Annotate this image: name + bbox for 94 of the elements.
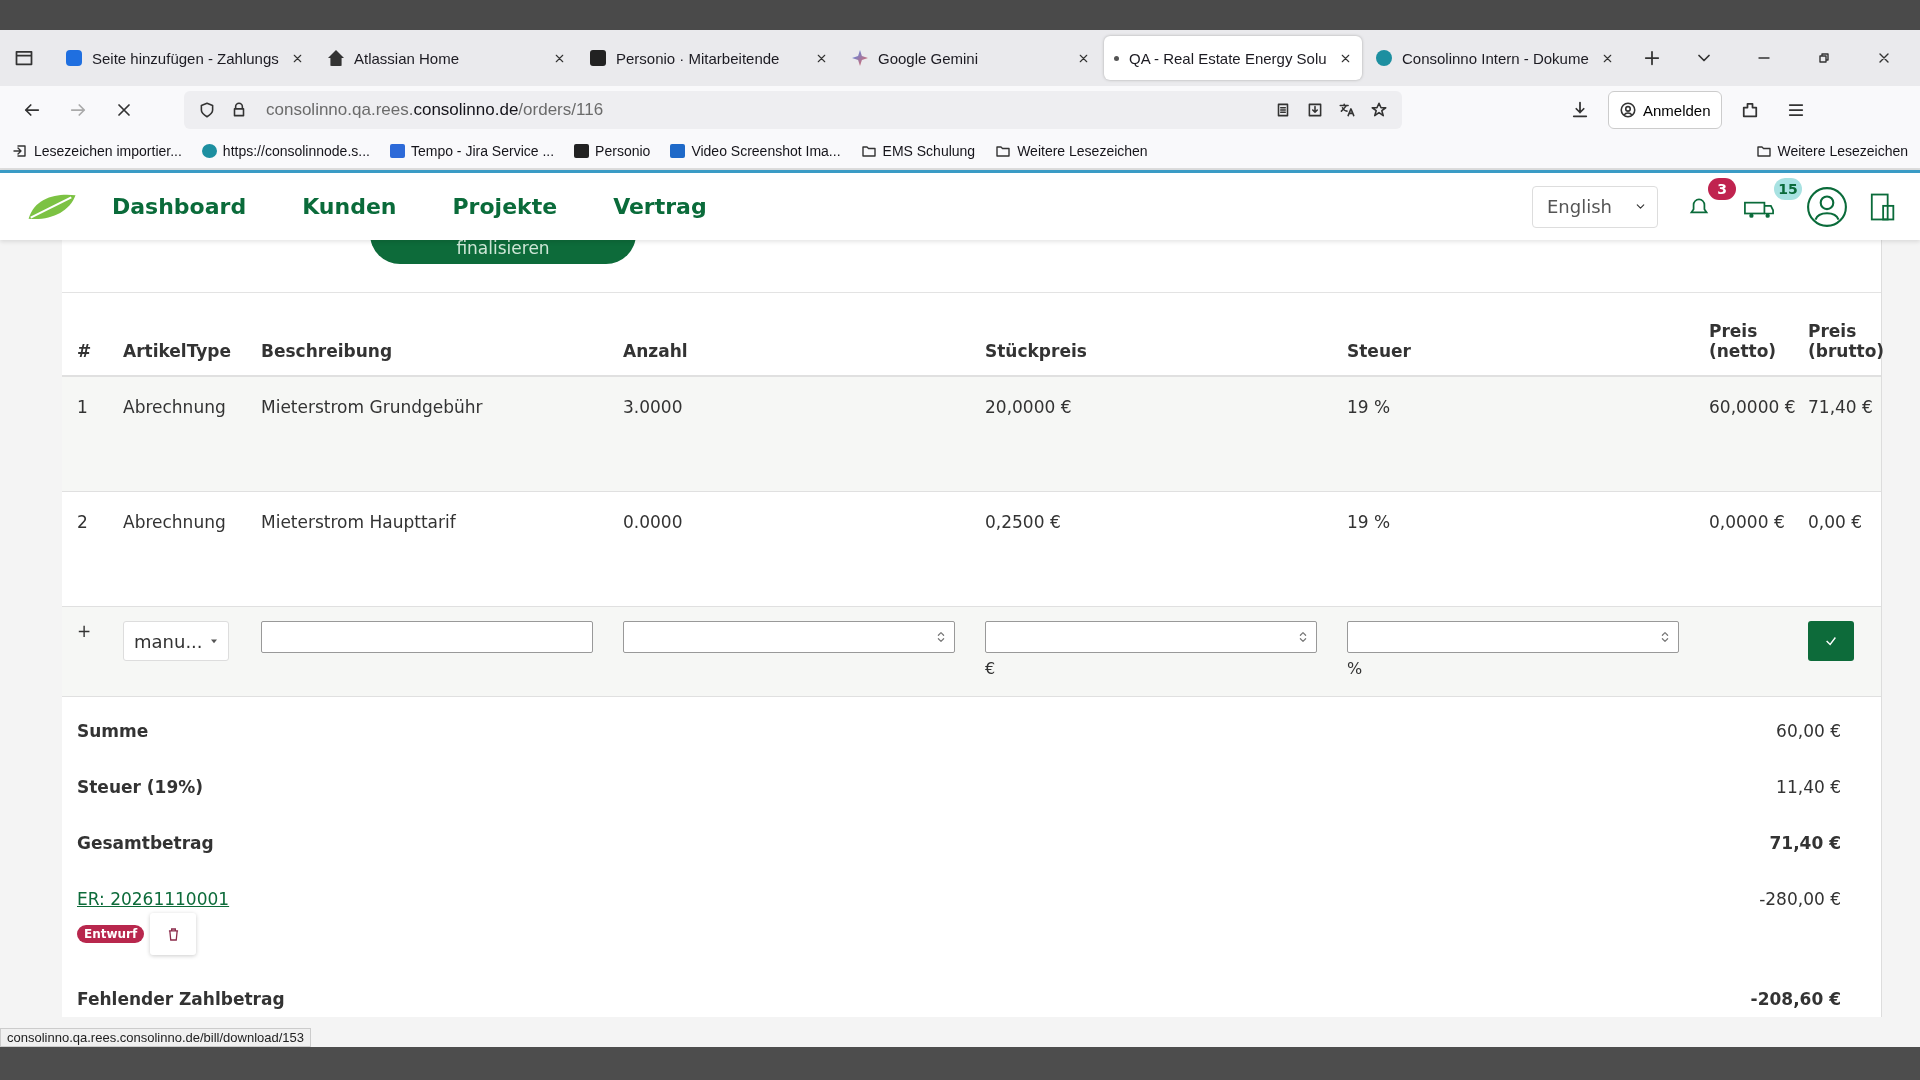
table-cell-text: 19 % <box>1347 397 1392 417</box>
summary-label: Gesamtbetrag <box>77 833 214 853</box>
table-cell-text: 0,0000 € <box>1709 512 1786 532</box>
percent-label: % <box>1347 659 1364 678</box>
import-icon <box>12 143 28 159</box>
summary-label: Fehlender Zahlbetrag <box>77 989 285 1009</box>
table-cell-text: Mieterstrom Grundgebühr <box>261 397 484 417</box>
column-header: Stückpreis <box>985 341 1088 361</box>
table-cell-text: 3.0000 <box>623 397 684 417</box>
folder-icon <box>1755 143 1772 159</box>
tax-input[interactable] <box>1347 621 1679 653</box>
sign-in-button[interactable]: Anmelden <box>1608 91 1722 129</box>
browser-tab[interactable]: Consolinno Intern - Dokume <box>1366 36 1624 80</box>
site-icon <box>201 144 217 158</box>
column-header: Preis (netto) <box>1709 321 1778 361</box>
summary-value: 71,40 € <box>1769 833 1841 853</box>
bookmark[interactable]: Lesezeichen importier... <box>12 143 182 159</box>
column-header: Steuer <box>1347 341 1412 361</box>
nav-link[interactable]: Vertrag <box>613 194 707 219</box>
delete-button[interactable] <box>150 913 197 955</box>
new-tab-icon[interactable] <box>1642 48 1662 68</box>
table-cell-text: 2 <box>77 512 89 532</box>
notification-count: 3 <box>1708 177 1736 200</box>
bookmark[interactable]: https://consolinnode.s... <box>201 143 370 159</box>
save-icon[interactable] <box>1306 101 1324 119</box>
site-icon <box>1114 55 1119 61</box>
bill-link[interactable]: ER: 20261110001 <box>77 889 230 909</box>
check-icon <box>1824 634 1838 648</box>
tab-list-icon[interactable] <box>14 48 34 68</box>
site-icon <box>66 50 82 66</box>
nav-link[interactable]: Dashboard <box>112 194 247 219</box>
news-count: 15 <box>1774 177 1802 200</box>
summary-value: 11,40 € <box>1776 777 1841 797</box>
download-icon[interactable] <box>1570 100 1590 120</box>
folder-icon <box>995 143 1012 159</box>
table-cell-text: Mieterstrom Haupttarif <box>261 512 457 532</box>
summary-value: -208,60 € <box>1750 989 1841 1009</box>
status-badge: Entwurf <box>77 925 145 943</box>
description-input[interactable] <box>261 621 593 653</box>
finalize-button[interactable]: finalisieren <box>370 240 636 264</box>
browser-tab[interactable]: QA - Real Estate Energy Solu <box>1104 36 1362 80</box>
add-row-marker: + <box>77 621 93 641</box>
browser-tab[interactable]: Seite hinzufügen - Zahlungs <box>56 36 314 80</box>
table-cell-text: 20,0000 € <box>985 397 1073 417</box>
table-cell-text: 0,2500 € <box>985 512 1062 532</box>
address-bar[interactable]: consolinno.qa.rees.consolinno.de/orders/116 <box>184 91 1402 129</box>
bookmark[interactable]: Video Screenshot Ima... <box>670 143 841 159</box>
summary-value: -280,00 € <box>1759 889 1841 909</box>
translate-icon[interactable] <box>1338 101 1356 119</box>
quantity-input[interactable] <box>623 621 955 653</box>
site-icon <box>670 144 686 158</box>
language-select[interactable]: English <box>1532 185 1658 228</box>
site-icon <box>328 50 344 66</box>
browser-tab[interactable]: Google Gemini <box>842 36 1100 80</box>
table-cell-text: Abrechnung <box>123 512 227 532</box>
site-icon <box>1376 50 1392 66</box>
bookmark[interactable]: Tempo - Jira Service ... <box>389 143 555 159</box>
user-icon <box>1619 101 1637 119</box>
shield-icon[interactable] <box>198 101 216 119</box>
table-cell-text: Abrechnung <box>123 397 227 417</box>
table-cell-text: 0,00 € <box>1808 512 1864 532</box>
site-icon <box>590 50 606 66</box>
table-cell-text: 19 % <box>1347 512 1392 532</box>
bookmark[interactable]: Weitere Lesezeichen <box>995 143 1148 159</box>
bookmark[interactable]: EMS Schulung <box>860 143 976 159</box>
nav-link[interactable]: Projekte <box>452 194 558 219</box>
site-icon <box>389 144 405 158</box>
table-cell-text: 0.0000 <box>623 512 684 532</box>
bookmark[interactable]: Weitere Lesezeichen <box>1755 143 1908 159</box>
folder-icon <box>860 143 877 159</box>
site-icon <box>574 144 590 158</box>
column-header: ArtikelType <box>123 341 233 361</box>
table-cell-text: 71,40 € <box>1808 397 1874 417</box>
browser-tab[interactable]: Atlassian Home <box>318 36 576 80</box>
summary-value: 60,00 € <box>1776 721 1841 741</box>
column-header: Beschreibung <box>261 341 394 361</box>
summary-label: Steuer (19%) <box>77 777 204 797</box>
table-cell-text: 60,0000 € <box>1709 397 1797 417</box>
table-cell-text: 1 <box>77 397 89 417</box>
trash-icon <box>167 927 179 941</box>
browser-tab[interactable]: Personio · Mitarbeitende <box>580 36 838 80</box>
type-select[interactable]: manu... <box>123 621 229 661</box>
nav-link[interactable]: Kunden <box>302 194 397 219</box>
restore-icon[interactable] <box>1816 50 1832 66</box>
currency-label: € <box>985 659 997 678</box>
bookmark[interactable]: Personio <box>574 143 651 159</box>
column-header: Anzahl <box>623 341 689 361</box>
summary-label: Summe <box>77 721 149 741</box>
user-avatar-icon[interactable] <box>1806 185 1848 228</box>
unit-price-input[interactable] <box>985 621 1317 653</box>
star-icon[interactable] <box>1370 101 1388 119</box>
column-header: Preis (brutto) <box>1808 321 1886 361</box>
column-header: # <box>77 341 93 361</box>
status-url: consolinno.qa.rees.consolinno.de/bill/download/153 <box>0 1028 312 1047</box>
